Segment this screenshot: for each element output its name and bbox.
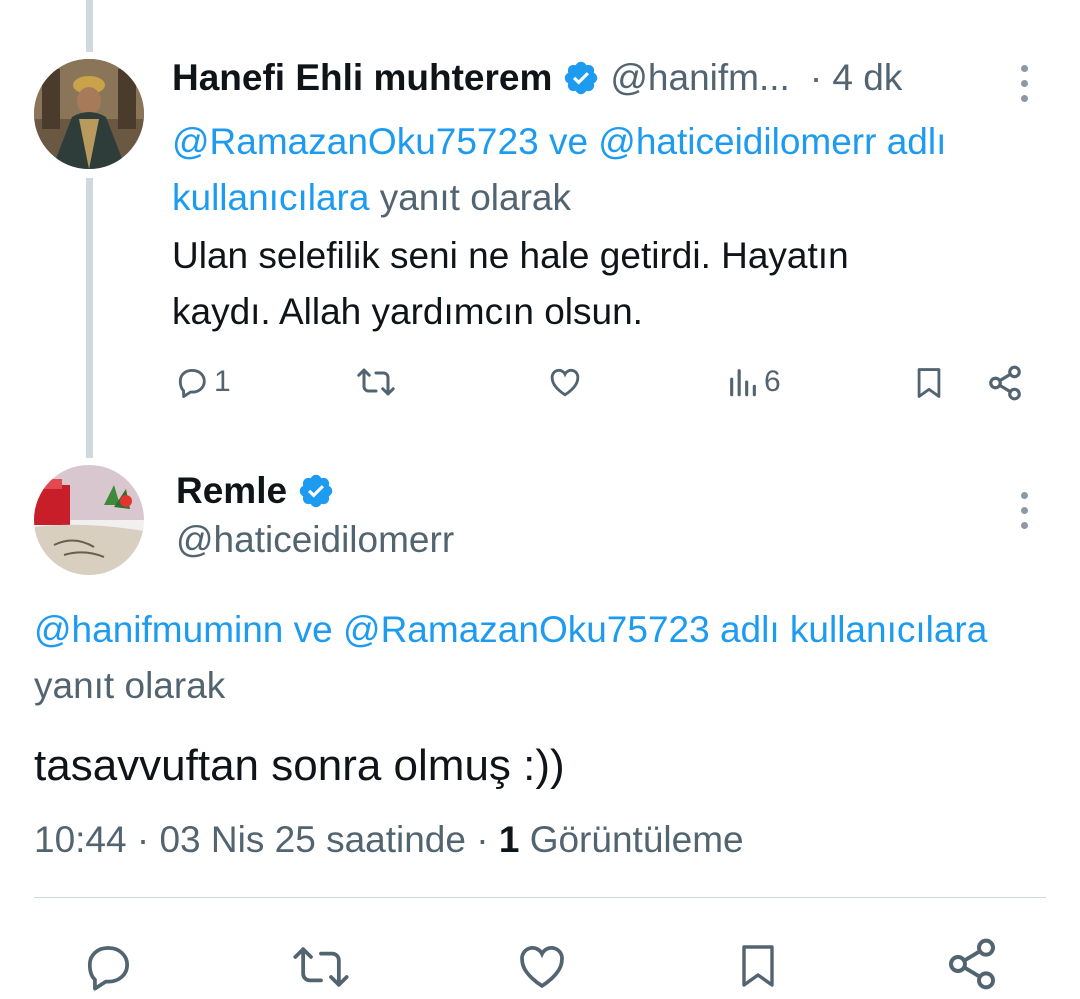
tweet-meta: 10:44 · 03 Nis 25 saatinde · 1 Görüntüle… (34, 817, 744, 863)
thread-line-connector (86, 178, 93, 458)
retweet-button[interactable] (356, 364, 396, 400)
verified-badge-icon (299, 474, 333, 508)
reply-mentions-line2[interactable]: kullanıcılara (172, 177, 369, 218)
bookmark-icon (917, 368, 941, 398)
reply-suffix: yanıt olarak (34, 665, 226, 706)
like-button[interactable] (514, 938, 570, 999)
share-button[interactable] (986, 364, 1024, 402)
display-name[interactable]: Remle (176, 470, 287, 512)
reply-icon (87, 946, 129, 991)
retweet-button[interactable] (292, 940, 350, 999)
timestamp[interactable]: · 4 dk (810, 57, 903, 99)
view-label: Görüntüleme (529, 819, 744, 860)
more-icon[interactable] (1021, 65, 1029, 102)
views-button[interactable]: 6 (726, 364, 781, 400)
reply-count: 1 (214, 365, 231, 398)
avatar-hanefi[interactable] (34, 59, 144, 169)
tweet1-header: Hanefi Ehli muhterem @hanifm... · 4 dk (172, 55, 902, 101)
avatar-remle[interactable] (34, 465, 144, 575)
bookmark-button[interactable] (912, 364, 946, 402)
share-icon (949, 938, 995, 990)
verified-badge-icon (565, 61, 598, 95)
reply-button[interactable]: 1 (174, 364, 231, 400)
display-name[interactable]: Hanefi Ehli muhterem (172, 57, 552, 99)
retweet-icon (357, 368, 395, 396)
reply-icon (178, 369, 206, 398)
like-icon (520, 946, 564, 988)
tweet-time[interactable]: 10:44 (34, 819, 127, 860)
reply-context: @hanifmuminn ve @RamazanOku75723 adlı ku… (34, 602, 1080, 714)
reply-button[interactable] (80, 938, 136, 999)
retweet-icon (293, 947, 349, 987)
reply-context: @RamazanOku75723 ve @haticeidilomerr adl… (172, 114, 1052, 226)
tweet2-text: tasavvuftan sonra olmuş :)) (34, 741, 565, 790)
handle[interactable]: @haticeidilomerr (176, 519, 454, 561)
tweet1-text: Ulan selefilik seni ne hale getirdi. Hay… (172, 228, 1052, 340)
thread-line-top (86, 0, 93, 52)
reply-suffix: yanıt olarak (379, 177, 571, 218)
divider (34, 897, 1046, 898)
view-count: 1 (498, 819, 520, 860)
reply-mentions-line1[interactable]: @RamazanOku75723 ve @haticeidilomerr adl… (172, 114, 1052, 170)
bookmark-button[interactable] (734, 938, 782, 999)
more-icon[interactable] (1021, 492, 1029, 529)
handle[interactable]: @hanifm... (610, 57, 789, 99)
tweet-text-line1: Ulan selefilik seni ne hale getirdi. Hay… (172, 235, 849, 276)
bookmark-icon (742, 945, 774, 987)
tweet2-header: Remle (176, 468, 335, 514)
reply-mentions[interactable]: @hanifmuminn ve @RamazanOku75723 adlı ku… (34, 602, 1080, 658)
like-button[interactable] (546, 364, 584, 400)
tweet-date[interactable]: · 03 Nis 25 saatinde · (137, 819, 489, 860)
like-icon (550, 368, 580, 397)
share-button[interactable] (944, 936, 1000, 997)
tweet-text-line2: kaydı. Allah yardımcın olsun. (172, 291, 643, 332)
views-count: 6 (764, 365, 781, 398)
views-icon (730, 369, 756, 397)
share-icon (989, 365, 1021, 401)
